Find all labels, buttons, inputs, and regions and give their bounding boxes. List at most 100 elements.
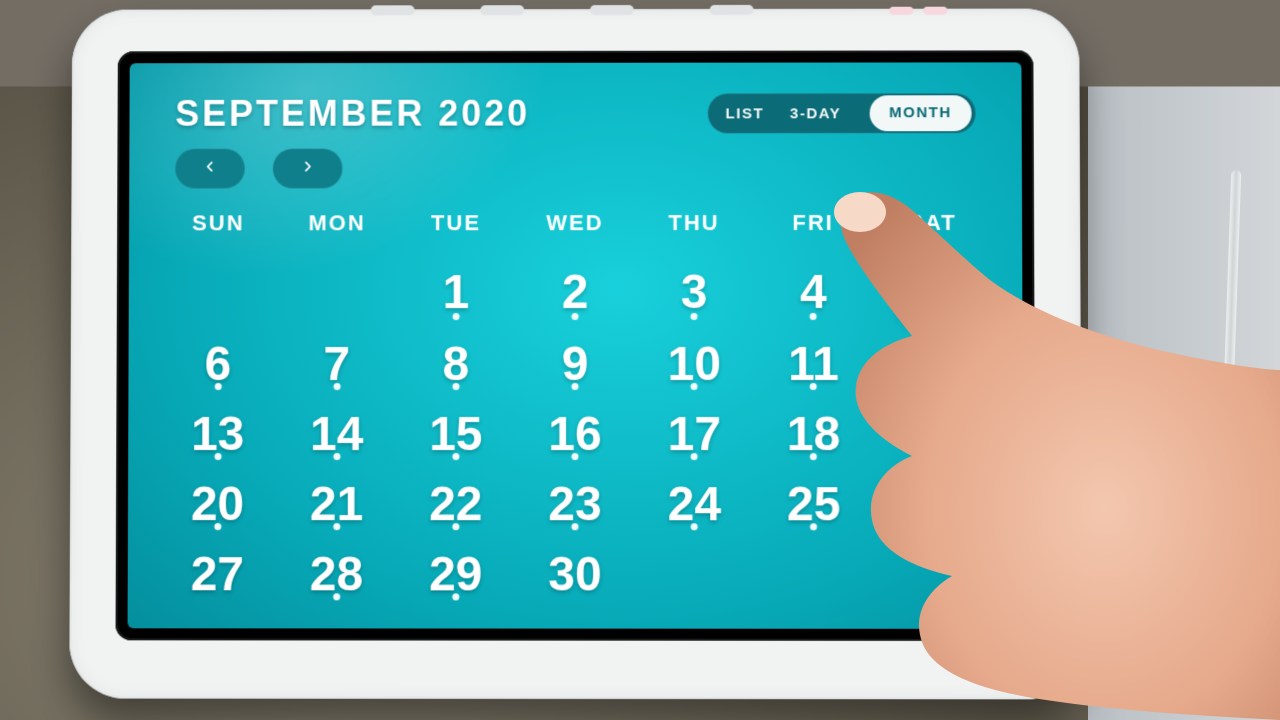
day-number: 26 (906, 481, 960, 529)
calendar-cell (159, 256, 278, 330)
event-dot-icon (691, 453, 698, 460)
day-number: 28 (310, 551, 364, 599)
weekday-label: SUN (159, 210, 278, 236)
calendar-cell[interactable]: 8 (396, 330, 515, 400)
day-number: 5 (919, 269, 946, 317)
day-number: 30 (548, 551, 602, 599)
day-number: 17 (668, 411, 722, 459)
weekday-label: THU (634, 210, 753, 236)
day-number: 29 (429, 551, 483, 599)
hw-button-3 (590, 5, 634, 15)
day-number: 1 (443, 269, 470, 317)
month-year-title: SEPTEMBER 2020 (175, 93, 530, 135)
calendar-cell[interactable]: 14 (277, 400, 396, 470)
calendar-cell[interactable]: 21 (277, 470, 396, 540)
swipe-edge-hint-icon (1004, 298, 1023, 358)
event-dot-icon (333, 523, 340, 530)
calendar-cell[interactable]: 23 (515, 470, 634, 540)
day-number: 13 (191, 411, 244, 459)
hw-mic-led-1 (889, 7, 913, 15)
calendar-cell[interactable]: 17 (635, 400, 754, 470)
event-dot-icon (452, 593, 459, 600)
day-number: 23 (548, 481, 601, 529)
calendar-cell[interactable]: 26 (873, 470, 993, 540)
day-number: 16 (548, 411, 601, 459)
day-number: 21 (310, 481, 363, 529)
event-dot-icon (214, 453, 221, 460)
day-number: 19 (906, 411, 960, 459)
calendar-cell[interactable]: 19 (873, 400, 993, 470)
event-dot-icon (810, 313, 817, 320)
calendar-cell[interactable]: 3 (635, 256, 754, 330)
calendar-cell[interactable]: 13 (158, 400, 277, 470)
day-number: 12 (906, 341, 960, 389)
event-dot-icon (333, 383, 340, 390)
calendar-cell[interactable]: 6 (158, 330, 277, 400)
view-toggle-month[interactable]: MONTH (869, 95, 972, 131)
calendar-cell[interactable]: 10 (635, 330, 754, 400)
calendar-cell (874, 540, 994, 610)
weekday-label: SAT (873, 210, 992, 236)
calendar-cell-today[interactable]: 5 (873, 256, 993, 330)
day-number: 24 (668, 481, 722, 529)
calendar-cell[interactable]: 7 (277, 330, 396, 400)
view-toggle[interactable]: LIST 3-DAY MONTH (708, 93, 976, 133)
calendar-cell[interactable]: 15 (396, 400, 515, 470)
event-dot-icon (214, 523, 221, 530)
calendar-cell[interactable]: 28 (277, 540, 396, 610)
calendar-cell[interactable]: 2 (515, 256, 634, 330)
day-number: 25 (787, 481, 841, 529)
event-dot-icon (571, 383, 578, 390)
event-dot-icon (929, 383, 936, 390)
day-number: 22 (429, 481, 482, 529)
calendar-cell (635, 540, 755, 610)
event-dot-icon (810, 523, 817, 530)
calendar-cell[interactable]: 18 (754, 400, 874, 470)
event-dot-icon (452, 383, 459, 390)
calendar-cell[interactable]: 24 (635, 470, 754, 540)
weekday-label: TUE (397, 210, 516, 236)
calendar-cell (277, 256, 396, 330)
next-month-button[interactable] (273, 149, 343, 189)
calendar-screen[interactable]: SEPTEMBER 2020 LIST 3-DAY MONTH SUN (128, 62, 1024, 629)
calendar-cell[interactable]: 25 (754, 470, 874, 540)
day-number: 6 (205, 341, 232, 389)
calendar-cell (754, 540, 874, 610)
calendar-cell[interactable]: 27 (158, 540, 277, 610)
calendar-cell[interactable]: 16 (515, 400, 634, 470)
calendar-cell[interactable]: 1 (396, 256, 515, 330)
calendar-grid[interactable]: 1234567891011121314151617181920212223242… (158, 256, 994, 611)
event-dot-icon (691, 523, 698, 530)
chevron-left-icon (203, 159, 217, 178)
day-number: 9 (562, 341, 589, 389)
weekday-label: FRI (754, 210, 873, 236)
event-dot-icon (571, 313, 578, 320)
view-toggle-list[interactable]: LIST (726, 105, 764, 122)
calendar-cell[interactable]: 12 (873, 330, 993, 400)
calendar-cell[interactable]: 22 (396, 470, 515, 540)
day-number: 11 (788, 341, 839, 389)
calendar-cell[interactable]: 11 (754, 330, 873, 400)
event-dot-icon (452, 523, 459, 530)
calendar-cell[interactable]: 20 (158, 470, 277, 540)
event-dot-icon (810, 383, 817, 390)
day-number: 20 (191, 481, 244, 529)
photo-background: SEPTEMBER 2020 LIST 3-DAY MONTH SUN (0, 0, 1280, 720)
weekday-label: MON (278, 210, 397, 236)
event-dot-icon (691, 383, 698, 390)
event-dot-icon (214, 383, 221, 390)
view-toggle-3day[interactable]: 3-DAY (790, 105, 841, 122)
prev-month-button[interactable] (175, 149, 245, 189)
calendar-cell[interactable]: 29 (396, 540, 515, 610)
calendar-cell[interactable]: 9 (515, 330, 634, 400)
event-dot-icon (571, 523, 578, 530)
event-dot-icon (930, 453, 937, 460)
hw-button-1 (371, 5, 415, 15)
event-dot-icon (691, 313, 698, 320)
day-number: 8 (443, 341, 470, 389)
day-number: 7 (323, 341, 350, 389)
calendar-cell[interactable]: 30 (515, 540, 634, 610)
event-dot-icon (333, 593, 340, 600)
calendar-cell[interactable]: 4 (754, 256, 873, 330)
day-number: 18 (787, 411, 841, 459)
